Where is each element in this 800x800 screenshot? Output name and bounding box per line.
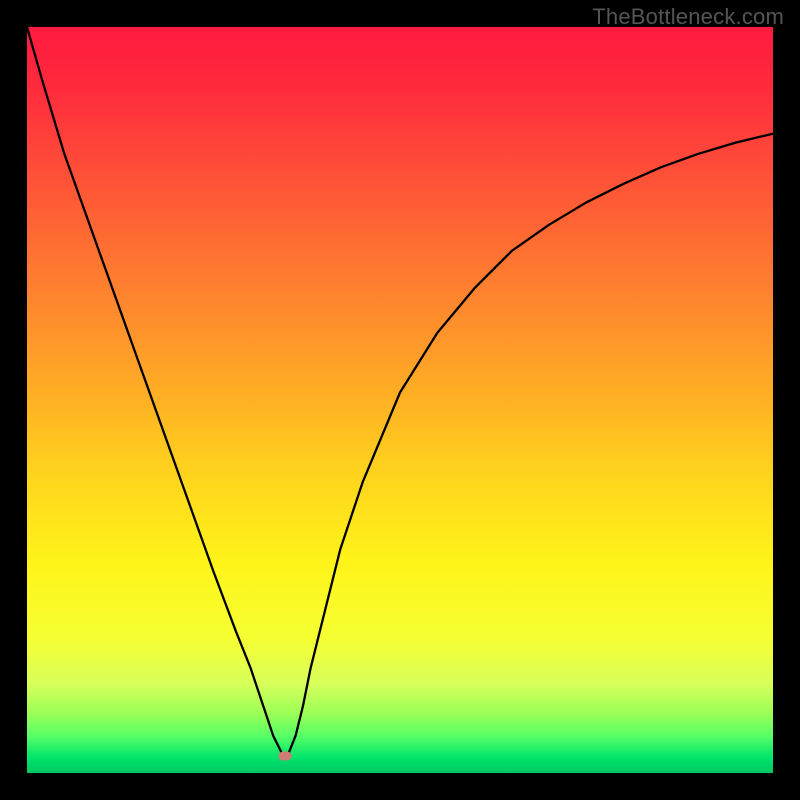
- chart-frame: TheBottleneck.com: [0, 0, 800, 800]
- selected-point-marker: [279, 752, 292, 761]
- bottleneck-curve: [27, 27, 773, 773]
- watermark-text: TheBottleneck.com: [592, 4, 784, 30]
- plot-area: [27, 27, 773, 773]
